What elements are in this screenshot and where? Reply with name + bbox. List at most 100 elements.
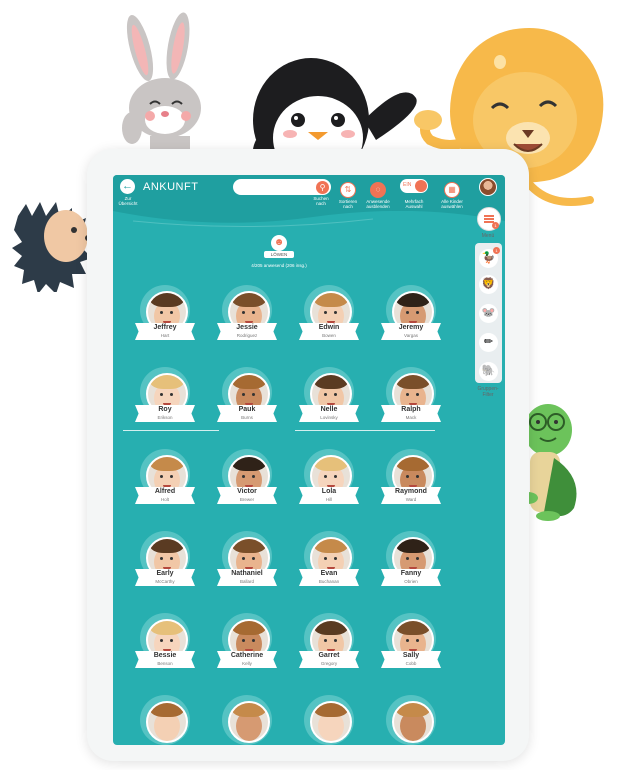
child-last-name: Hart bbox=[160, 333, 170, 338]
child-last-name: Bowen bbox=[322, 333, 336, 338]
child-first-name: Bessie bbox=[153, 652, 177, 659]
multi-select-toggle[interactable]: EIN Mehrfach Auswahl bbox=[397, 179, 431, 209]
eye bbox=[242, 639, 245, 642]
child-card[interactable]: Alfred Holt bbox=[135, 449, 195, 511]
eye bbox=[252, 393, 255, 396]
child-card[interactable]: Nathaniel Ballard bbox=[217, 531, 277, 593]
hair bbox=[396, 375, 430, 389]
divider-left bbox=[123, 430, 219, 431]
child-photo bbox=[310, 701, 352, 743]
select-all-button[interactable]: ▦ Alle Kinder auswählen bbox=[437, 179, 467, 209]
child-photo bbox=[392, 701, 434, 743]
divider-right bbox=[295, 430, 435, 431]
hair bbox=[150, 621, 184, 635]
child-last-name: Erikson bbox=[157, 415, 173, 420]
eye bbox=[324, 639, 327, 642]
child-first-name: Early bbox=[156, 570, 174, 577]
search-label: Suchen nach bbox=[313, 196, 329, 206]
filter-lion-icon[interactable]: 🦁 bbox=[479, 275, 498, 294]
hair bbox=[150, 375, 184, 389]
eye bbox=[406, 639, 409, 642]
child-card[interactable]: Evan Buchanan bbox=[299, 531, 359, 593]
hair bbox=[232, 293, 266, 307]
eye bbox=[170, 393, 173, 396]
user-avatar[interactable] bbox=[479, 178, 497, 196]
child-first-name: Garret bbox=[318, 652, 340, 659]
child-card[interactable]: Nelle Lovinsky bbox=[299, 367, 359, 429]
child-last-name: Vargas bbox=[404, 333, 418, 338]
child-photo bbox=[228, 701, 270, 743]
child-card[interactable]: Jeffrey Hart bbox=[135, 285, 195, 347]
child-first-name: Alfred bbox=[154, 488, 176, 495]
back-button[interactable]: ← bbox=[120, 179, 135, 194]
child-card[interactable]: Jeremy Vargas bbox=[381, 285, 441, 347]
child-card[interactable]: Early McCarthy bbox=[135, 531, 195, 593]
toggle-state: EIN bbox=[403, 182, 412, 188]
child-last-name: Hill bbox=[325, 497, 333, 502]
hair bbox=[314, 539, 348, 553]
child-card[interactable]: Fanny Obrien bbox=[381, 531, 441, 593]
eye bbox=[170, 475, 173, 478]
eye bbox=[160, 639, 163, 642]
filter-crayons-icon[interactable]: ✏ bbox=[479, 333, 498, 352]
filter-label: Gruppen-Filter bbox=[477, 386, 499, 398]
child-first-name: Victor bbox=[237, 488, 257, 495]
hair bbox=[396, 703, 430, 717]
hair bbox=[314, 375, 348, 389]
search-input[interactable]: ⚲ bbox=[233, 179, 331, 195]
filter-mouse-icon[interactable]: 🐭 bbox=[479, 304, 498, 323]
hair bbox=[150, 293, 184, 307]
eye bbox=[416, 311, 419, 314]
child-first-name: Evan bbox=[320, 570, 338, 577]
child-card-partial[interactable] bbox=[217, 695, 277, 745]
child-card-partial[interactable] bbox=[299, 695, 359, 745]
child-last-name: Lovinsky bbox=[320, 415, 338, 420]
child-first-name: Roy bbox=[158, 406, 172, 413]
child-first-name: Nelle bbox=[320, 406, 338, 413]
bunny-illustration bbox=[122, 12, 201, 158]
hair bbox=[396, 621, 430, 635]
search-icon[interactable]: ⚲ bbox=[316, 180, 329, 194]
sort-button[interactable]: ⇅ Sortieren nach bbox=[335, 179, 361, 209]
child-card[interactable]: Roy Erikson bbox=[135, 367, 195, 429]
child-first-name: Lola bbox=[321, 488, 337, 495]
eye bbox=[416, 639, 419, 642]
hair bbox=[314, 293, 348, 307]
eye bbox=[170, 639, 173, 642]
child-card[interactable]: Sally Cobb bbox=[381, 613, 441, 675]
eye bbox=[160, 311, 163, 314]
child-card[interactable]: Garret Gregory bbox=[299, 613, 359, 675]
eye bbox=[406, 311, 409, 314]
eye bbox=[242, 475, 245, 478]
child-card[interactable]: Pauk Burns bbox=[217, 367, 277, 429]
eye bbox=[252, 475, 255, 478]
child-card[interactable]: Ralph Mack bbox=[381, 367, 441, 429]
search-label-wrap: Suchen nach bbox=[309, 195, 333, 206]
eye bbox=[406, 475, 409, 478]
child-last-name: Brewer bbox=[239, 497, 255, 502]
eye bbox=[160, 557, 163, 560]
child-card[interactable]: Edwin Bowen bbox=[299, 285, 359, 347]
child-last-name: Gregory bbox=[320, 661, 338, 666]
sort-icon: ⇅ bbox=[340, 182, 356, 198]
child-card[interactable]: Raymond Ward bbox=[381, 449, 441, 511]
child-card[interactable]: Bessie Benson bbox=[135, 613, 195, 675]
child-card-partial[interactable] bbox=[135, 695, 195, 745]
filter-elephant-icon[interactable]: 🐘 bbox=[479, 362, 498, 381]
eye bbox=[324, 475, 327, 478]
child-card[interactable]: Catherine Kelly bbox=[217, 613, 277, 675]
child-last-name: Mack bbox=[405, 415, 417, 420]
eye bbox=[242, 311, 245, 314]
eye bbox=[416, 557, 419, 560]
hair bbox=[232, 375, 266, 389]
hide-present-button[interactable]: ◌ Anwesende ausblenden bbox=[363, 179, 393, 209]
toggle-switch[interactable]: EIN bbox=[400, 179, 428, 193]
child-last-name: Cobb bbox=[405, 661, 417, 666]
child-card-partial[interactable] bbox=[381, 695, 441, 745]
child-first-name: Edwin bbox=[318, 324, 340, 331]
child-card[interactable]: Victor Brewer bbox=[217, 449, 277, 511]
child-last-name: Kelly bbox=[242, 661, 252, 666]
child-photo bbox=[146, 701, 188, 743]
child-card[interactable]: Jessie Rodriguez bbox=[217, 285, 277, 347]
child-card[interactable]: Lola Hill bbox=[299, 449, 359, 511]
